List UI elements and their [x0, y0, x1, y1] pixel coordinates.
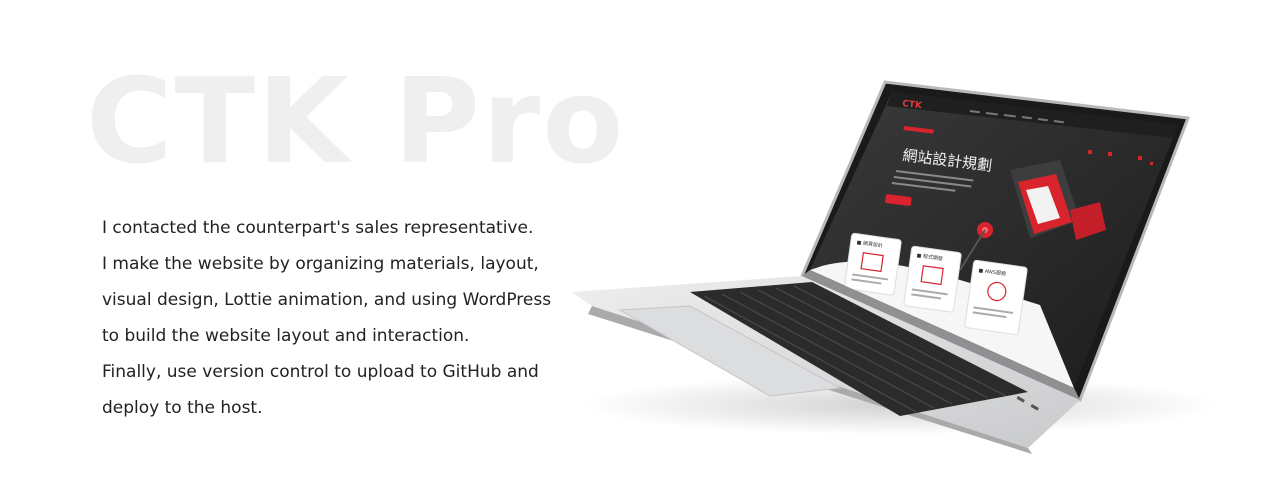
mock-feature-card: ■ 網頁設計 — [844, 232, 902, 296]
laptop-mockup-image: CTK 網站設計規劃 ■ 網頁設計 ■ 程式開發 ■ AWS服務 — [572, 80, 1220, 454]
description-line: to build the website layout and interact… — [102, 326, 470, 346]
description-line: I contacted the counterpart's sales repr… — [102, 218, 534, 238]
description-line: Finally, use version control to upload t… — [102, 362, 539, 382]
mock-feature-card: ■ 程式開發 — [903, 245, 962, 313]
description-line: I make the website by organizing materia… — [102, 254, 539, 274]
mock-feature-card: ■ AWS服務 — [964, 259, 1028, 335]
project-description: I contacted the counterpart's sales repr… — [102, 210, 572, 426]
description-line: deploy to the host. — [102, 398, 263, 418]
description-line: visual design, Lottie animation, and usi… — [102, 290, 552, 310]
